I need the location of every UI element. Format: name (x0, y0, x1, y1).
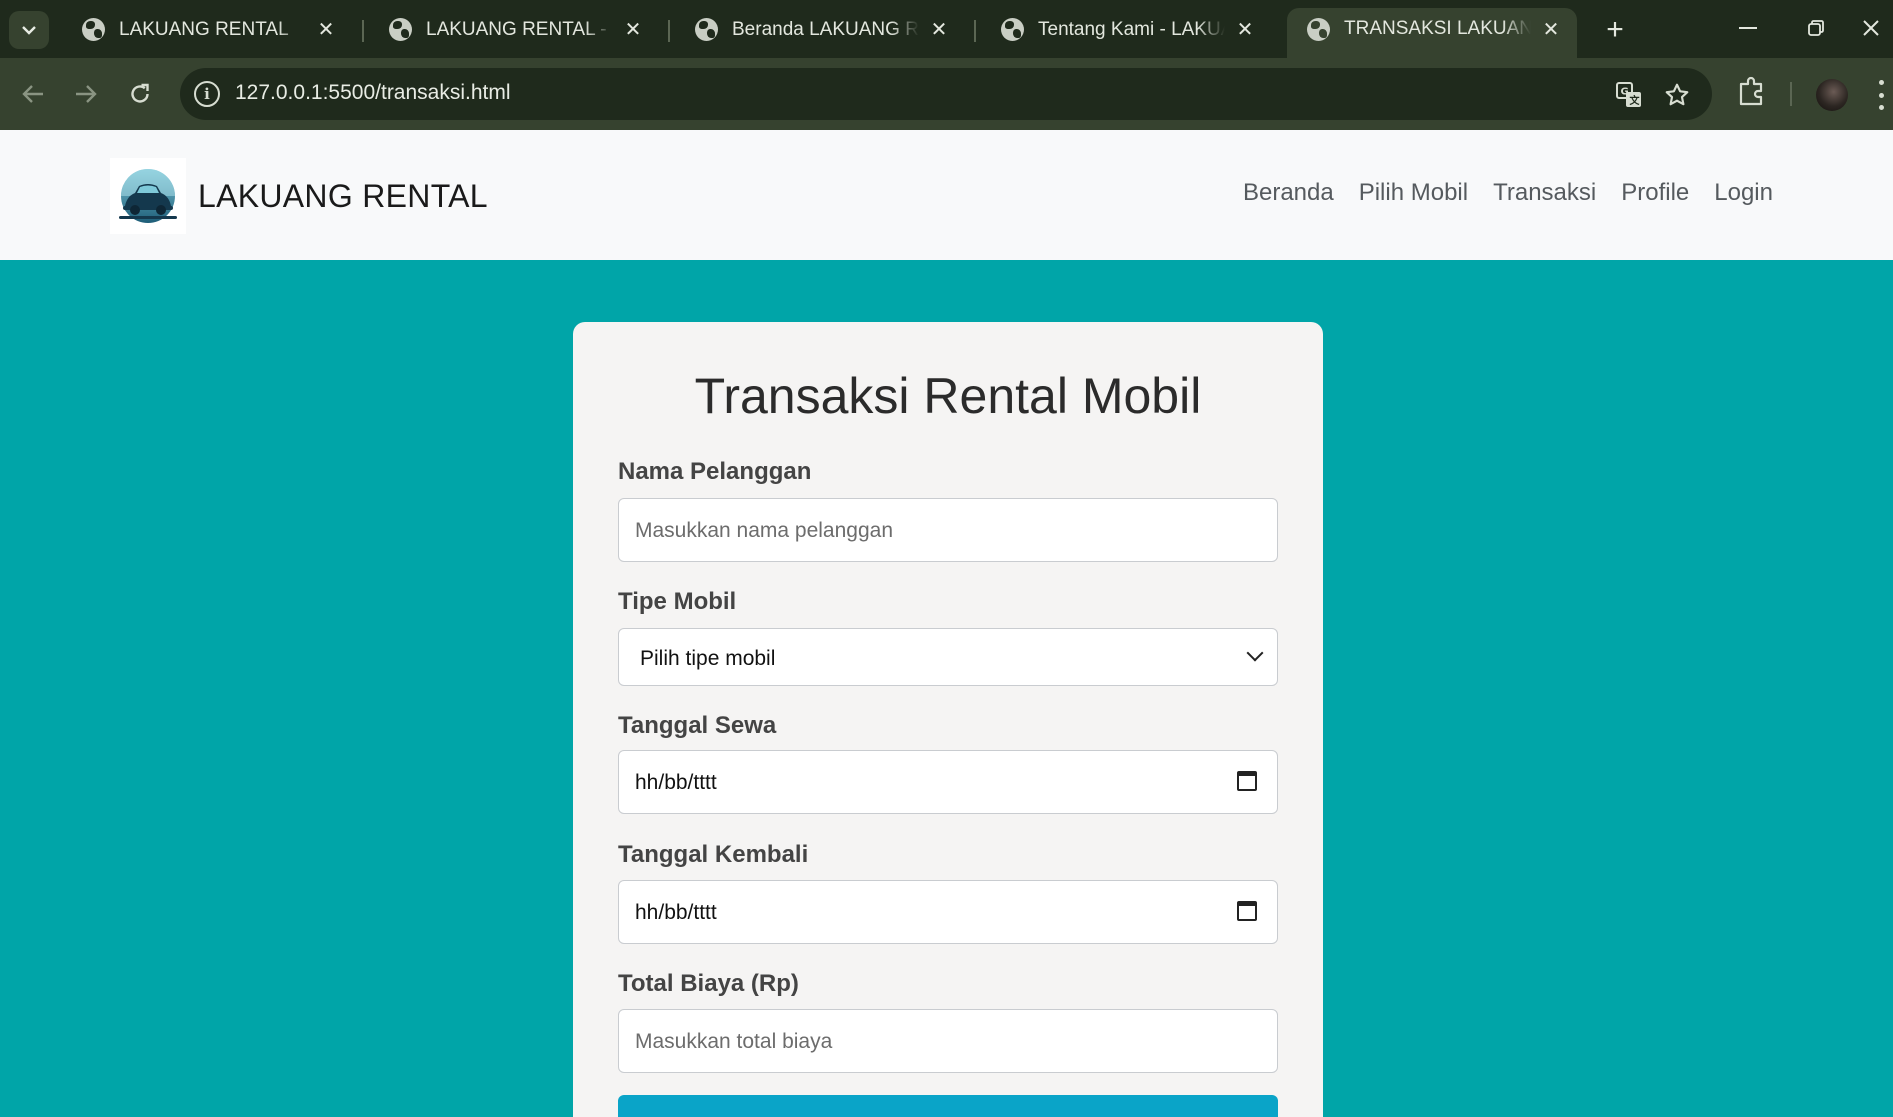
tab-search-chevron-icon[interactable] (9, 11, 49, 49)
browser-menu-icon[interactable] (1876, 80, 1886, 110)
tanggal-sewa-value: hh/bb/tttt (635, 771, 717, 794)
brand-link[interactable]: LAKUANG RENTAL (110, 158, 488, 234)
tab-title: LAKUANG RENTAL (119, 18, 289, 40)
minimize-icon[interactable] (1718, 8, 1778, 48)
tab-title: LAKUANG RENTAL - Login (426, 18, 613, 40)
close-tab-icon[interactable]: ✕ (927, 18, 951, 42)
tab-title: Beranda LAKUANG RENTAL (732, 18, 919, 40)
close-tab-icon[interactable]: ✕ (1539, 17, 1563, 41)
nav-link-pilih-mobil[interactable]: Pilih Mobil (1359, 179, 1468, 207)
forward-arrow-icon[interactable] (68, 76, 104, 112)
extensions-puzzle-icon[interactable] (1738, 76, 1768, 108)
total-biaya-placeholder: Masukkan total biaya (635, 1030, 833, 1053)
tab-title: Tentang Kami - LAKUANG RENTAL (1038, 18, 1225, 40)
translate-icon[interactable]: G文 (1614, 80, 1644, 110)
nav-link-beranda[interactable]: Beranda (1243, 179, 1334, 207)
url-host: 127.0.0.1 (235, 81, 323, 104)
tab-title: TRANSAKSI LAKUANG RENTAL (1344, 18, 1531, 39)
calendar-icon[interactable] (1237, 771, 1257, 791)
tanggal-sewa-input[interactable]: hh/bb/tttt (618, 750, 1278, 814)
close-tab-icon[interactable]: ✕ (1233, 18, 1257, 42)
browser-tab-1[interactable]: LAKUANG RENTAL ✕ (62, 9, 352, 50)
back-arrow-icon[interactable] (15, 76, 51, 112)
tipe-mobil-label: Tipe Mobil (618, 588, 737, 615)
url-path: :5500/transaksi.html (322, 81, 511, 104)
browser-tab-2[interactable]: LAKUANG RENTAL - Login ✕ (369, 9, 659, 50)
page-title: Transaksi Rental Mobil (694, 368, 1202, 424)
total-biaya-input[interactable]: Masukkan total biaya (618, 1009, 1278, 1073)
calendar-icon[interactable] (1237, 901, 1257, 921)
new-tab-icon[interactable]: + (1598, 13, 1632, 47)
nav-link-login[interactable]: Login (1714, 179, 1773, 207)
address-bar[interactable]: i 127.0.0.1:5500/transaksi.html G文 (180, 68, 1712, 120)
nama-pelanggan-placeholder: Masukkan nama pelanggan (635, 519, 894, 542)
nav-link-transaksi[interactable]: Transaksi (1493, 179, 1596, 207)
browser-tabstrip: LAKUANG RENTAL ✕ LAKUANG RENTAL - Login … (0, 0, 1893, 58)
browser-tab-3[interactable]: Beranda LAKUANG RENTAL ✕ (675, 9, 965, 50)
transaction-form-card: Transaksi Rental Mobil Nama Pelanggan Ma… (573, 322, 1323, 1117)
globe-icon (389, 18, 412, 41)
globe-icon (82, 18, 105, 41)
close-window-icon[interactable] (1848, 8, 1893, 48)
globe-icon (1307, 17, 1330, 41)
browser-toolbar: i 127.0.0.1:5500/transaksi.html G文 (0, 58, 1893, 130)
tanggal-kembali-label: Tanggal Kembali (618, 841, 809, 868)
nav-link-profile[interactable]: Profile (1621, 179, 1689, 207)
tanggal-sewa-label: Tanggal Sewa (618, 712, 777, 739)
profile-avatar[interactable] (1816, 79, 1848, 111)
site-info-icon[interactable]: i (194, 81, 220, 107)
tab-divider (362, 20, 364, 42)
close-tab-icon[interactable]: ✕ (314, 18, 338, 42)
svg-text:文: 文 (1630, 94, 1641, 107)
site-navbar: LAKUANG RENTAL Beranda Pilih Mobil Trans… (0, 130, 1893, 260)
tanggal-kembali-value: hh/bb/tttt (635, 901, 717, 924)
chevron-down-icon (1246, 644, 1264, 662)
main-menu: Beranda Pilih Mobil Transaksi Profile Lo… (1243, 179, 1773, 207)
submit-button[interactable] (618, 1095, 1278, 1117)
toolbar-divider (1790, 82, 1792, 106)
svg-text:G: G (1621, 87, 1629, 98)
globe-icon (1001, 18, 1024, 41)
nama-pelanggan-label: Nama Pelanggan (618, 458, 812, 485)
browser-tab-active[interactable]: TRANSAKSI LAKUANG RENTAL ✕ (1287, 8, 1577, 58)
car-logo-icon (110, 158, 186, 234)
tipe-mobil-selected: Pilih tipe mobil (640, 647, 776, 670)
tanggal-kembali-input[interactable]: hh/bb/tttt (618, 880, 1278, 944)
reload-icon[interactable] (122, 76, 158, 112)
globe-icon (695, 18, 718, 41)
brand-name: LAKUANG RENTAL (198, 177, 488, 214)
nama-pelanggan-input[interactable]: Masukkan nama pelanggan (618, 498, 1278, 562)
tab-divider (668, 20, 670, 42)
close-tab-icon[interactable]: ✕ (621, 18, 645, 42)
restore-icon[interactable] (1786, 8, 1846, 48)
tipe-mobil-select[interactable]: Pilih tipe mobil (618, 628, 1278, 686)
browser-tab-4[interactable]: Tentang Kami - LAKUANG RENTAL ✕ (981, 9, 1271, 50)
tab-divider (974, 20, 976, 42)
bookmark-star-icon[interactable] (1662, 80, 1692, 110)
url-text[interactable]: 127.0.0.1:5500/transaksi.html (235, 81, 511, 105)
total-biaya-label: Total Biaya (Rp) (618, 970, 799, 997)
